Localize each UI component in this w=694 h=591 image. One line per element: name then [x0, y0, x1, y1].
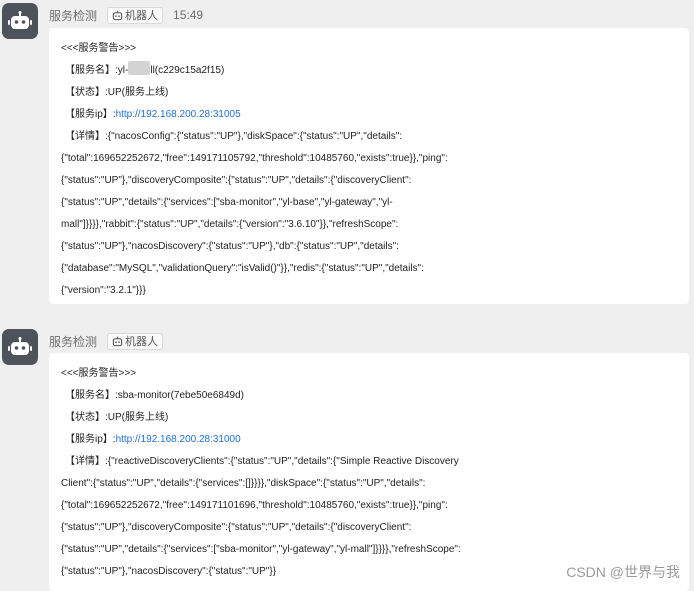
watermark: CSDN @世界与我 [566, 564, 680, 580]
message-bubble[interactable]: <<<服务警告>>> 【服务名】:yl-ll(c229c15a2f15) 【状态… [49, 28, 689, 304]
detail-label: 【详情】: [65, 456, 108, 467]
service-name-label: 【服务名】: [65, 390, 118, 401]
message-meta: 服务检测 机器人 15:49 [49, 6, 203, 24]
detail-text-line: Client":{"status":"UP","details":{"servi… [61, 478, 426, 489]
service-name-label: 【服务名】: [65, 65, 118, 76]
bot-tag-label: 机器人 [125, 336, 159, 348]
bot-avatar[interactable] [2, 3, 38, 39]
ip-label: 【服务ip】: [65, 109, 116, 120]
bot-tag-icon [112, 10, 123, 20]
detail-text-line: {"status":"UP","details":{"services":["s… [61, 544, 461, 555]
detail-text-line: mall"]}}}},"rabbit":{"status":"UP","deta… [61, 219, 399, 230]
detail-row: 【详情】:{"reactiveDiscoveryClients":{"statu… [61, 451, 689, 473]
service-name-suffix: ll(c229c15a2f15) [150, 65, 225, 76]
detail-text-line: {"status":"UP"},"nacosDiscovery":{"statu… [61, 241, 399, 252]
bot-tag-icon [112, 336, 123, 346]
detail-label: 【详情】: [65, 131, 108, 142]
ip-label: 【服务ip】: [65, 434, 116, 445]
service-name-row: 【服务名】:sba-monitor(7ebe50e6849d) [61, 385, 689, 407]
robot-icon [8, 337, 32, 355]
detail-text-line: {"status":"UP"},"discoveryComposite":{"s… [61, 522, 412, 533]
bot-tag: 机器人 [107, 6, 164, 24]
status-value: UP(服务上线) [107, 412, 169, 423]
bot-avatar[interactable] [2, 329, 38, 365]
service-name-prefix: yl- [117, 65, 129, 76]
redacted-mask [128, 61, 151, 75]
detail-text-line: {"nacosConfig":{"status":"UP"},"diskSpac… [107, 131, 403, 142]
status-row: 【状态】:UP(服务上线) [61, 82, 689, 104]
service-ip-link[interactable]: http://192.168.200.28:31000 [116, 434, 241, 445]
detail-text-line: {"database":"MySQL","validationQuery":"i… [61, 263, 424, 274]
sender-name[interactable]: 服务检测 [49, 7, 97, 24]
detail-text-line: {"version":"3.2.1"}}} [61, 285, 146, 296]
ip-row: 【服务ip】:http://192.168.200.28:31005 [61, 104, 689, 126]
message-bubble[interactable]: <<<服务警告>>> 【服务名】:sba-monitor(7ebe50e6849… [49, 353, 689, 591]
alert-header: <<<服务警告>>> [61, 368, 137, 379]
detail-text-line: {"reactiveDiscoveryClients":{"status":"U… [107, 456, 459, 467]
service-name-value: sba-monitor(7ebe50e6849d) [117, 390, 244, 401]
status-value: UP(服务上线) [107, 87, 169, 98]
sender-name[interactable]: 服务检测 [49, 333, 97, 350]
robot-icon [8, 11, 32, 29]
detail-text-line: {"status":"UP","details":{"services":["s… [61, 197, 393, 208]
detail-text-line: {"status":"UP"},"discoveryComposite":{"s… [61, 175, 412, 186]
detail-row: 【详情】:{"nacosConfig":{"status":"UP"},"dis… [61, 126, 689, 148]
detail-text-line: {"total":169652252672,"free":14917110579… [61, 153, 448, 164]
status-label: 【状态】: [65, 412, 108, 423]
message-meta: 服务检测 机器人 [49, 332, 164, 350]
bot-tag-label: 机器人 [125, 10, 159, 22]
service-name-row: 【服务名】:yl-ll(c229c15a2f15) [61, 60, 689, 82]
service-ip-link[interactable]: http://192.168.200.28:31005 [116, 109, 241, 120]
message-time: 15:49 [173, 8, 204, 22]
alert-header: <<<服务警告>>> [61, 43, 137, 54]
status-label: 【状态】: [65, 87, 108, 98]
ip-row: 【服务ip】:http://192.168.200.28:31000 [61, 429, 689, 451]
bot-tag: 机器人 [107, 332, 164, 350]
status-row: 【状态】:UP(服务上线) [61, 407, 689, 429]
detail-text-line: {"total":169652252672,"free":14917110169… [61, 500, 448, 511]
